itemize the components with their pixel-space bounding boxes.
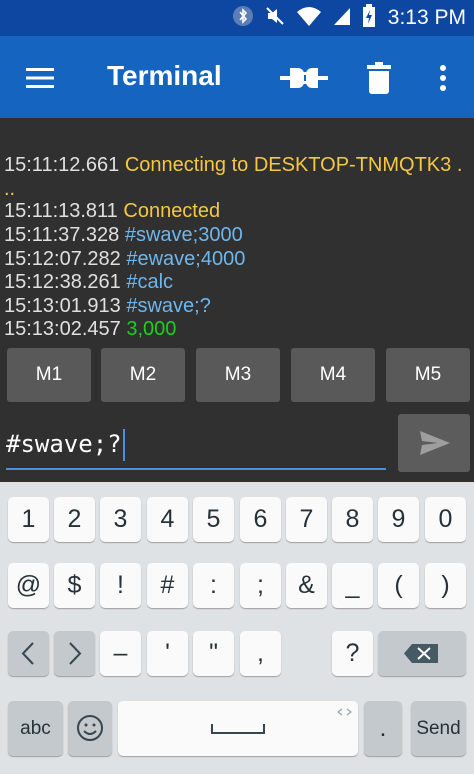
key-7[interactable]: 7 [286, 497, 327, 542]
key-send[interactable]: Send [411, 701, 466, 756]
log-line: 15:12:07.282 #ewave;4000 [4, 248, 246, 270]
text-cursor [122, 429, 125, 461]
log-line: 15:11:13.811 Connected [4, 200, 221, 222]
command-input-value: #swave;? [6, 430, 122, 458]
wifi-icon [296, 5, 322, 32]
key-semicolon[interactable]: ; [240, 563, 281, 608]
backspace-icon [404, 644, 438, 663]
key-hash[interactable]: # [147, 563, 188, 608]
terminal-log: 15:11:12.661 Connecting to DESKTOP-TNMQT… [0, 118, 474, 346]
soft-keyboard: 1 2 3 4 5 6 7 8 9 0 @ $ ! # : ; & _ ( ) … [0, 482, 474, 774]
input-area: #swave;? [0, 408, 474, 478]
connect-icon [280, 68, 328, 88]
key-1[interactable]: 1 [8, 497, 49, 542]
log-line: 15:11:37.328 #swave;3000 [4, 224, 243, 246]
cellular-signal-icon [332, 5, 352, 32]
send-icon [420, 431, 450, 455]
key-underscore[interactable]: _ [332, 563, 373, 608]
space-bar-icon [211, 708, 352, 734]
key-emoji[interactable] [68, 701, 112, 756]
key-2[interactable]: 2 [54, 497, 95, 542]
send-button[interactable] [398, 414, 470, 472]
connect-button[interactable] [278, 58, 330, 98]
menu-button[interactable] [20, 58, 60, 98]
key-apostrophe[interactable]: ' [147, 631, 188, 676]
key-open-paren[interactable]: ( [378, 563, 419, 608]
trash-icon [367, 62, 391, 94]
key-colon[interactable]: : [193, 563, 234, 608]
mute-icon [264, 5, 286, 32]
key-period[interactable]: . [364, 701, 402, 756]
emoji-icon [77, 715, 103, 741]
log-line: 15:13:02.457 3,000 [4, 318, 177, 340]
page-title: Terminal [107, 60, 222, 91]
key-6[interactable]: 6 [240, 497, 281, 542]
key-8[interactable]: 8 [332, 497, 373, 542]
more-vert-icon [440, 65, 446, 91]
app-bar: Terminal [0, 36, 474, 118]
key-3[interactable]: 3 [100, 497, 141, 542]
delete-button[interactable] [362, 58, 396, 98]
log-line: 15:12:38.261 #calc [4, 271, 174, 293]
key-backspace[interactable] [378, 631, 466, 676]
chevron-right-icon [69, 642, 82, 665]
bluetooth-icon [232, 5, 254, 32]
command-input[interactable]: #swave;? [6, 420, 386, 470]
key-dash[interactable]: – [100, 631, 141, 676]
menu-icon [26, 68, 54, 88]
chevron-left-icon [21, 642, 34, 665]
macro-button-m3[interactable]: M3 [196, 348, 280, 402]
status-time: 3:13 PM [387, 6, 466, 29]
key-question[interactable]: ? [332, 631, 373, 676]
key-space[interactable] [118, 701, 358, 756]
key-5[interactable]: 5 [193, 497, 234, 542]
macro-button-m4[interactable]: M4 [291, 348, 375, 402]
log-line: .. [4, 178, 16, 200]
key-at[interactable]: @ [8, 563, 49, 608]
key-exclamation[interactable]: ! [100, 563, 141, 608]
key-dollar[interactable]: $ [54, 563, 95, 608]
key-9[interactable]: 9 [378, 497, 419, 542]
key-4[interactable]: 4 [147, 497, 188, 542]
status-bar: 3:13 PM [0, 0, 474, 36]
key-0[interactable]: 0 [425, 497, 466, 542]
key-cursor-left[interactable] [8, 631, 49, 676]
key-quote[interactable]: " [193, 631, 234, 676]
battery-charging-icon [362, 3, 376, 33]
more-options-button[interactable] [430, 58, 456, 98]
key-close-paren[interactable]: ) [425, 563, 466, 608]
key-comma[interactable]: , [240, 631, 281, 676]
key-ampersand[interactable]: & [286, 563, 327, 608]
key-cursor-right[interactable] [54, 631, 95, 676]
macro-button-row: M1 M2 M3 M4 M5 [0, 348, 474, 402]
macro-button-m1[interactable]: M1 [7, 348, 91, 402]
macro-button-m5[interactable]: M5 [386, 348, 470, 402]
log-line: 15:11:12.661 Connecting to DESKTOP-TNMQT… [4, 154, 463, 176]
macro-button-m2[interactable]: M2 [101, 348, 185, 402]
key-abc[interactable]: abc [8, 701, 63, 756]
log-line: 15:13:01.913 #swave;? [4, 295, 211, 317]
